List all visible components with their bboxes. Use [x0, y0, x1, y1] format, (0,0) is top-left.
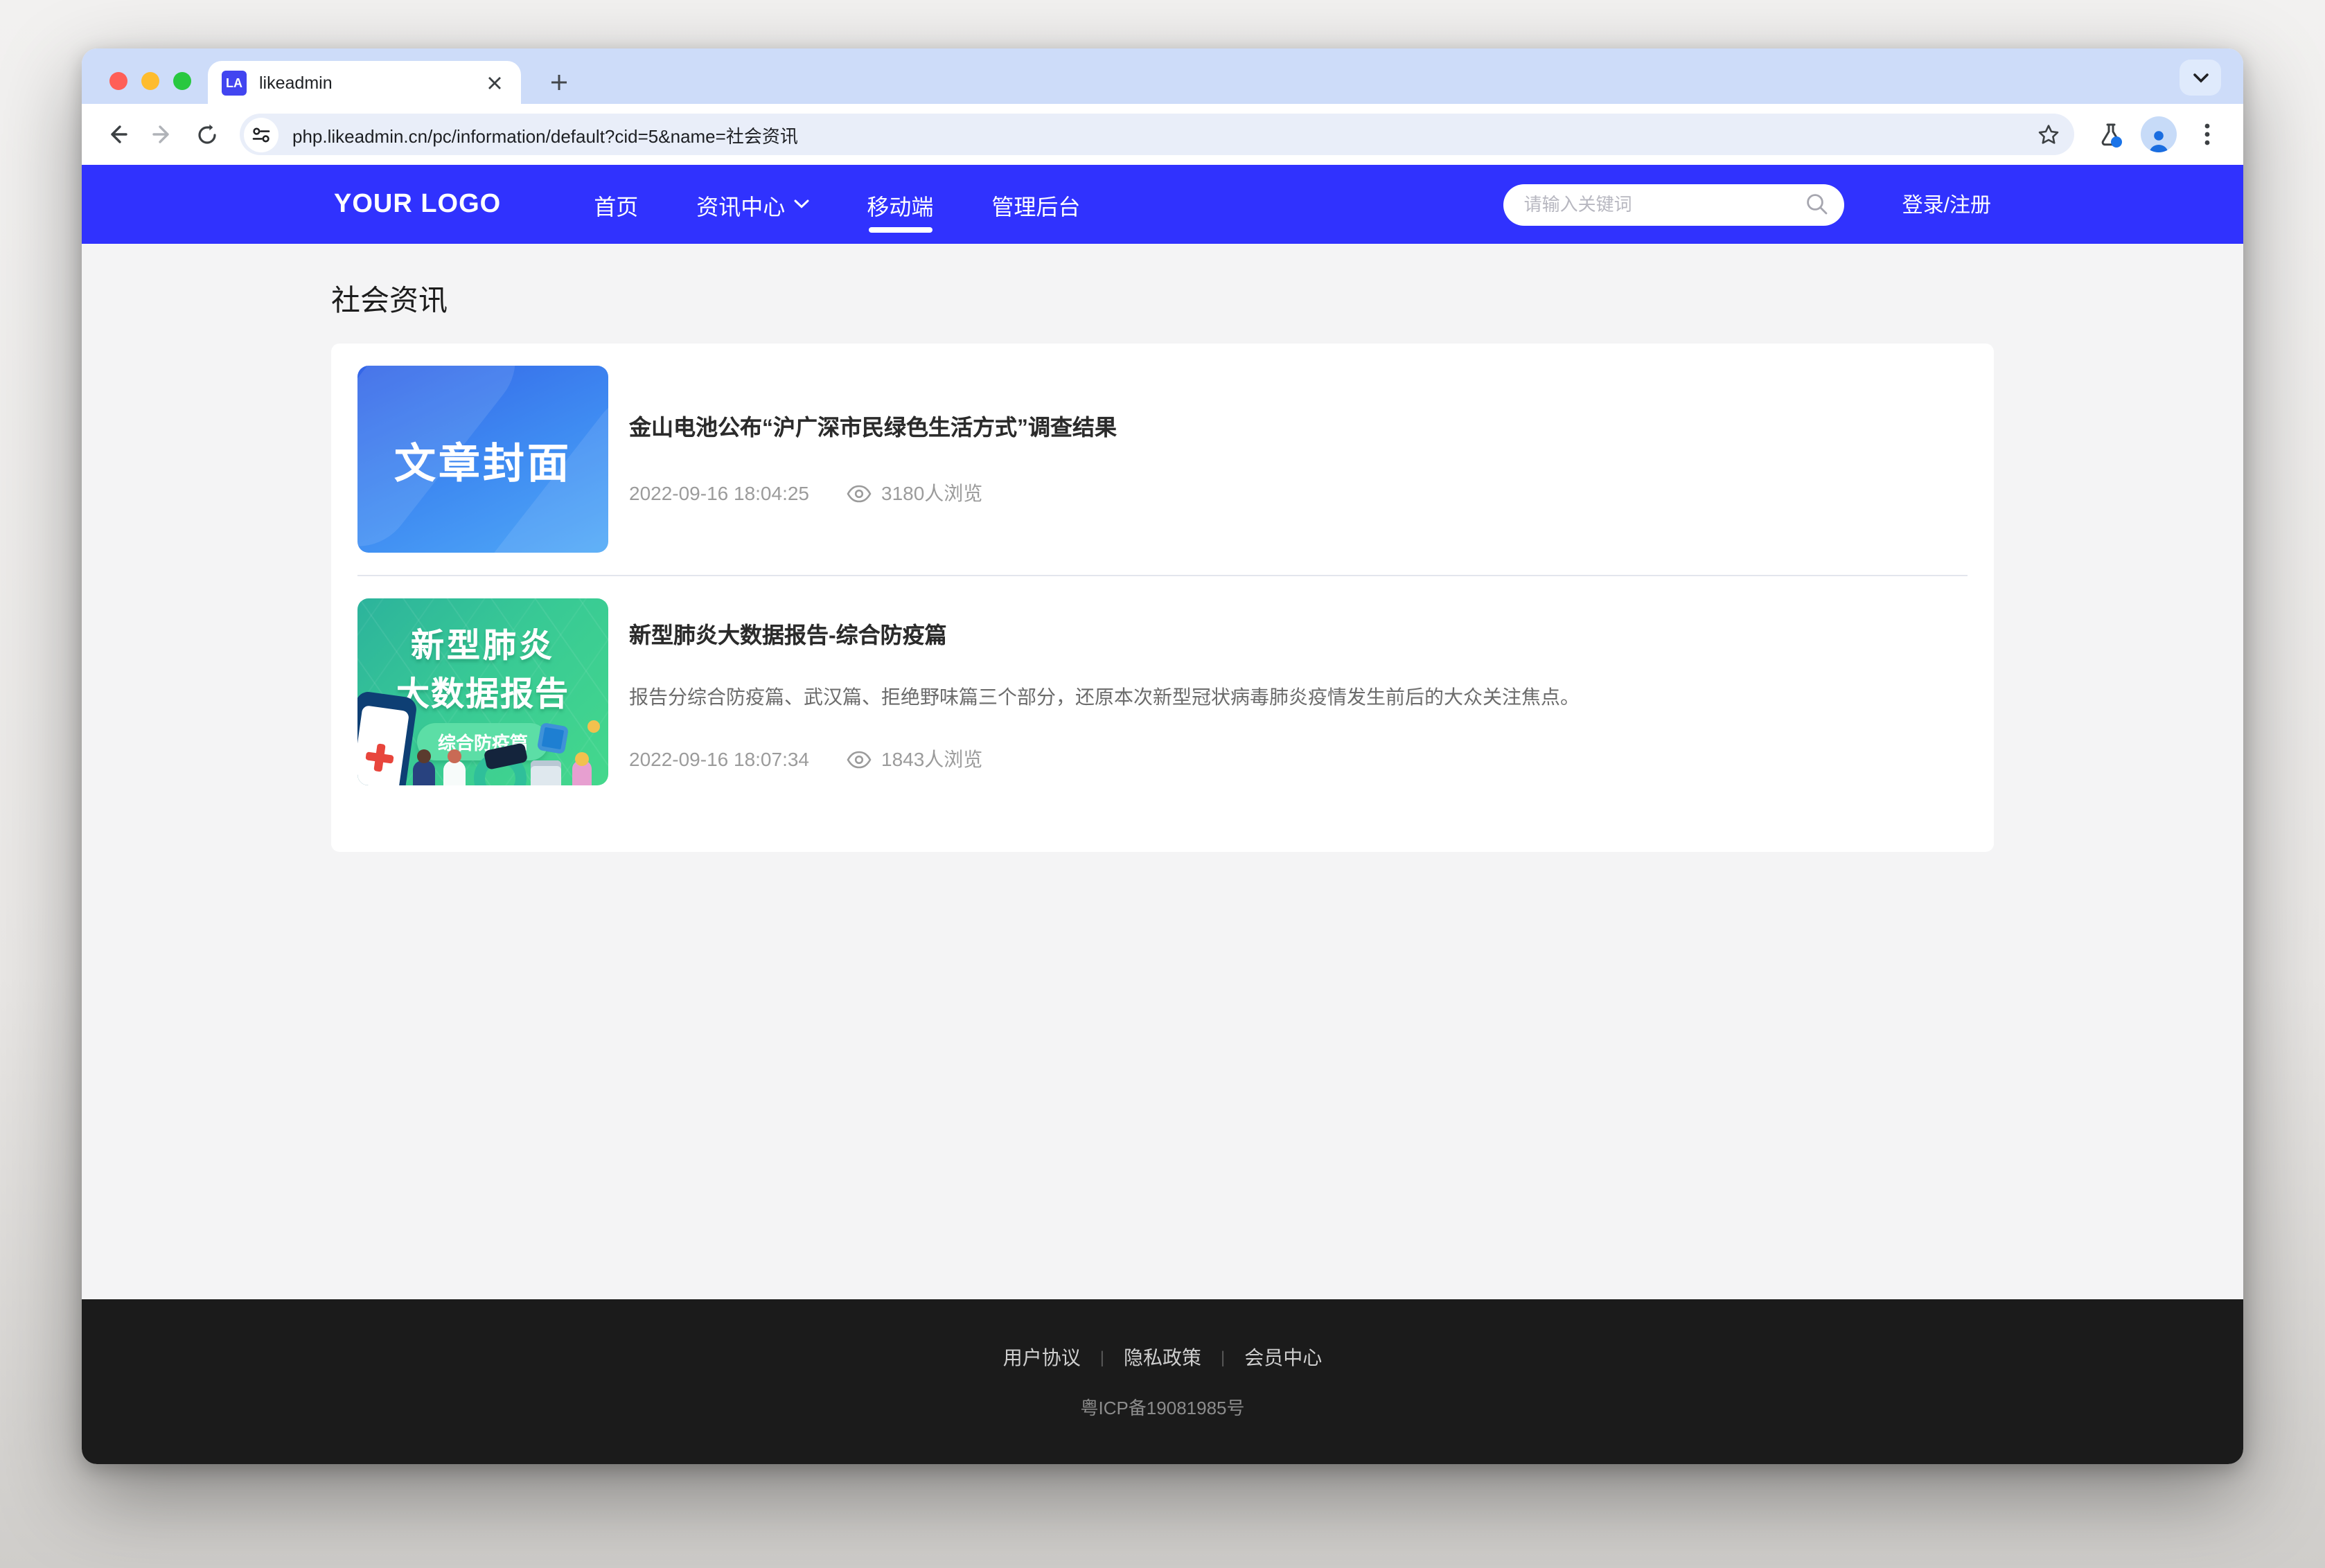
- desktop-backdrop: LA likeadmin: [0, 0, 2325, 1568]
- tab-strip: LA likeadmin: [82, 48, 2243, 104]
- menu-item-news-center[interactable]: 资讯中心: [667, 165, 838, 244]
- article-meta: 2022-09-16 18:07:34 1843人浏览: [629, 745, 1968, 773]
- cover-headline-line1: 新型肺炎: [357, 618, 608, 666]
- forward-icon[interactable]: [140, 112, 184, 157]
- site-settings-icon[interactable]: [244, 117, 279, 152]
- chevron-down-icon: [793, 199, 808, 209]
- article-title[interactable]: 新型肺炎大数据报告-综合防疫篇: [629, 616, 1968, 650]
- tab-title: likeadmin: [259, 73, 482, 92]
- cover-badge: 综合防疫篇: [417, 723, 549, 760]
- footer-link[interactable]: 隐私政策: [1124, 1344, 1201, 1371]
- site-search: [1503, 184, 1844, 225]
- zoom-window-button[interactable]: [173, 72, 191, 90]
- tab-search-chevron-icon[interactable]: [2180, 60, 2221, 96]
- url-bar[interactable]: php.likeadmin.cn/pc/information/default?…: [240, 114, 2074, 155]
- browser-window: LA likeadmin: [82, 48, 2243, 1464]
- tab-close-icon[interactable]: [482, 70, 507, 95]
- eye-icon: [847, 484, 872, 502]
- site-navbar: YOUR LOGO 首页 资讯中心 移动端: [82, 165, 2243, 244]
- back-icon[interactable]: [96, 112, 140, 157]
- article-meta: 2022-09-16 18:04:25 3180人浏览: [629, 479, 1968, 507]
- footer-link[interactable]: 会员中心: [1244, 1344, 1322, 1371]
- traffic-lights: [109, 72, 191, 90]
- article-date: 2022-09-16 18:04:25: [629, 482, 809, 504]
- search-icon[interactable]: [1805, 192, 1829, 215]
- menu-item-mobile[interactable]: 移动端: [838, 165, 962, 244]
- article-view-count: 3180人浏览: [881, 479, 982, 507]
- search-input[interactable]: [1503, 184, 1844, 225]
- icp-record-number: 粤ICP备19081985号: [1080, 1393, 1244, 1420]
- webpage-viewport: YOUR LOGO 首页 资讯中心 移动端: [82, 165, 2243, 1464]
- site-footer: 用户协议 | 隐私政策 | 会员中心 粤ICP备19081985号: [82, 1299, 2243, 1464]
- likeadmin-favicon: LA: [222, 70, 247, 95]
- footer-divider: |: [1100, 1348, 1104, 1367]
- kebab-menu-icon[interactable]: [2185, 112, 2229, 157]
- page-body: 社会资讯 文章封面 金山电池公布“沪广深市民绿色生活方式”调查结果 2022-0…: [331, 244, 1994, 1299]
- toolbar-right-icons: [2088, 112, 2229, 157]
- browser-tab[interactable]: LA likeadmin: [208, 61, 521, 104]
- login-register-link[interactable]: 登录/注册: [1902, 190, 1991, 219]
- footer-link[interactable]: 用户协议: [1003, 1344, 1081, 1371]
- reload-icon[interactable]: [184, 112, 229, 157]
- profile-avatar[interactable]: [2141, 116, 2177, 152]
- site-menu: 首页 资讯中心 移动端 管理后台: [565, 165, 1109, 244]
- bookmark-star-icon[interactable]: [2037, 123, 2060, 146]
- footer-divider: |: [1221, 1348, 1225, 1367]
- url-text[interactable]: php.likeadmin.cn/pc/information/default?…: [292, 121, 2037, 148]
- new-tab-button[interactable]: [539, 62, 578, 101]
- site-logo[interactable]: YOUR LOGO: [334, 189, 501, 220]
- minimize-window-button[interactable]: [141, 72, 159, 90]
- eye-icon: [847, 750, 872, 768]
- article-cover-thumbnail[interactable]: 新型肺炎 大数据报告 综合防疫篇: [357, 598, 608, 785]
- menu-item-admin[interactable]: 管理后台: [962, 165, 1109, 244]
- page-title: 社会资讯: [331, 278, 1994, 320]
- footer-links: 用户协议 | 隐私政策 | 会员中心: [1003, 1344, 1323, 1371]
- article-cover-thumbnail[interactable]: 文章封面: [357, 366, 608, 553]
- experiments-flask-icon[interactable]: [2088, 112, 2132, 157]
- article-row[interactable]: 文章封面 金山电池公布“沪广深市民绿色生活方式”调查结果 2022-09-16 …: [357, 366, 1968, 576]
- close-window-button[interactable]: [109, 72, 127, 90]
- menu-item-home[interactable]: 首页: [565, 165, 667, 244]
- article-view-count: 1843人浏览: [881, 745, 982, 773]
- article-row[interactable]: 新型肺炎 大数据报告 综合防疫篇: [357, 576, 1968, 808]
- cover-placeholder-text: 文章封面: [394, 429, 572, 490]
- article-date: 2022-09-16 18:07:34: [629, 748, 809, 770]
- article-list-card: 文章封面 金山电池公布“沪广深市民绿色生活方式”调查结果 2022-09-16 …: [331, 344, 1994, 852]
- article-description: 报告分综合防疫篇、武汉篇、拒绝野味篇三个部分，还原本次新型冠状病毒肺炎疫情发生前…: [629, 683, 1968, 712]
- article-title[interactable]: 金山电池公布“沪广深市民绿色生活方式”调查结果: [629, 409, 1968, 442]
- browser-toolbar: php.likeadmin.cn/pc/information/default?…: [82, 104, 2243, 165]
- active-tab-indicator: [868, 227, 932, 233]
